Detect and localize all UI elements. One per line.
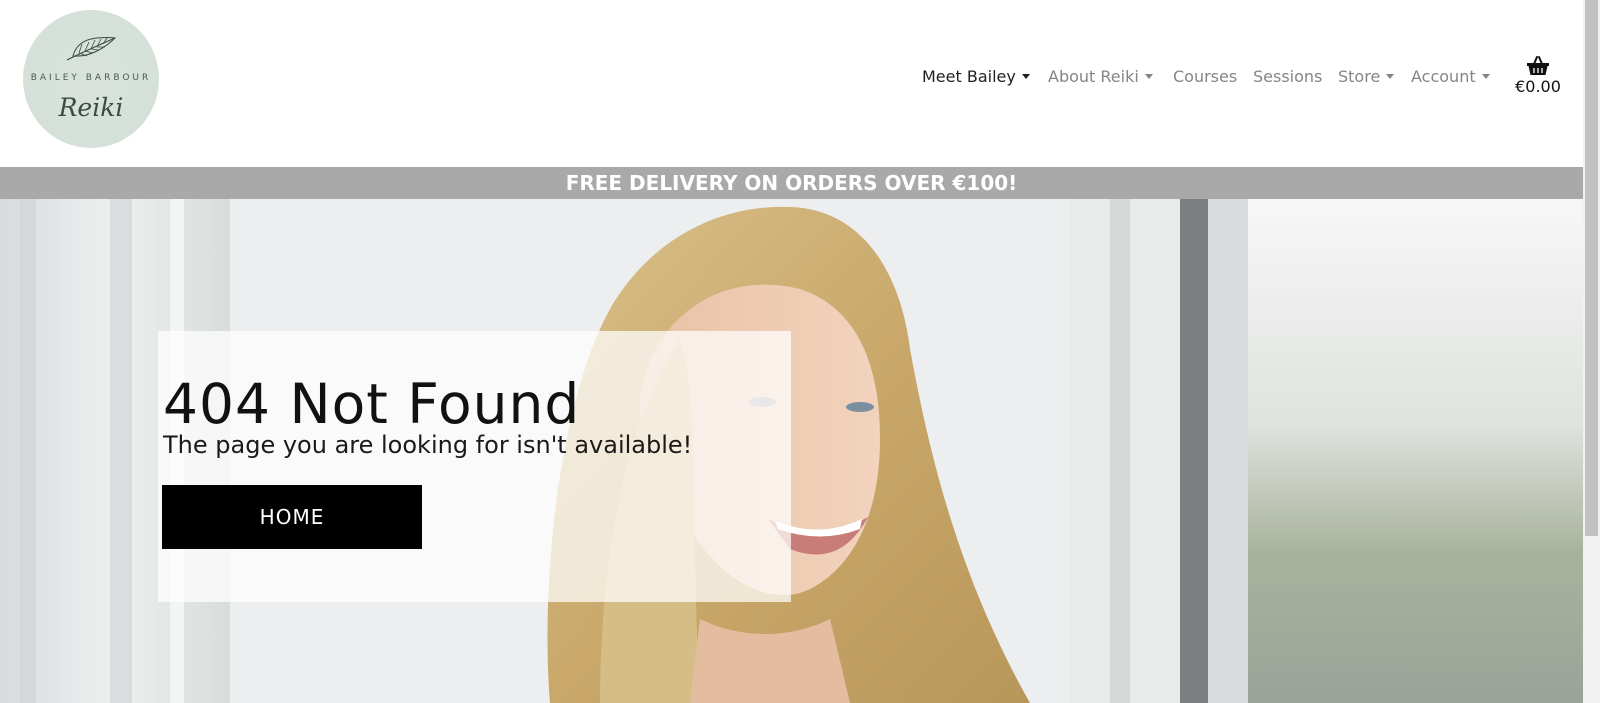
error-card: 404 Not Found The page you are looking f… — [158, 331, 791, 602]
home-button[interactable]: HOME — [162, 485, 422, 549]
feather-icon — [66, 37, 117, 61]
hero-section: 404 Not Found The page you are looking f… — [0, 199, 1583, 703]
cart-link[interactable]: €0.00 — [1510, 55, 1566, 96]
nav-item-account[interactable]: Account — [1411, 67, 1490, 86]
page: BAILEY BARBOUR Reiki Meet Bailey About R… — [0, 0, 1583, 703]
cart-total: €0.00 — [1515, 77, 1561, 96]
nav-item-label: Store — [1338, 67, 1381, 86]
scrollbar-thumb[interactable] — [1585, 0, 1598, 536]
nav-item-sessions[interactable]: Sessions — [1253, 67, 1322, 86]
nav-item-label: Account — [1411, 67, 1476, 86]
vertical-scrollbar[interactable] — [1583, 0, 1600, 703]
caret-down-icon — [1144, 74, 1153, 79]
nav-item-about-reiki[interactable]: About Reiki — [1048, 67, 1153, 86]
caret-down-icon — [1021, 74, 1030, 79]
nav-item-label: Courses — [1173, 67, 1238, 86]
page-title: 404 Not Found — [163, 371, 581, 436]
basket-icon — [1527, 56, 1549, 75]
logo-script-text: Reiki — [58, 93, 124, 122]
caret-down-icon — [1386, 74, 1395, 79]
delivery-banner: FREE DELIVERY ON ORDERS OVER €100! — [0, 167, 1583, 199]
nav-item-label: Meet Bailey — [922, 67, 1016, 86]
nav-item-meet-bailey[interactable]: Meet Bailey — [922, 67, 1030, 86]
main-nav: Meet Bailey About Reiki Courses Sessions… — [0, 67, 1583, 91]
nav-item-store[interactable]: Store — [1338, 67, 1395, 86]
caret-down-icon — [1481, 74, 1490, 79]
page-subtitle: The page you are looking for isn't avail… — [163, 431, 693, 459]
nav-item-courses[interactable]: Courses — [1173, 67, 1237, 86]
nav-item-label: Sessions — [1253, 67, 1323, 86]
site-header: BAILEY BARBOUR Reiki Meet Bailey About R… — [0, 0, 1583, 167]
nav-item-label: About Reiki — [1048, 67, 1139, 86]
